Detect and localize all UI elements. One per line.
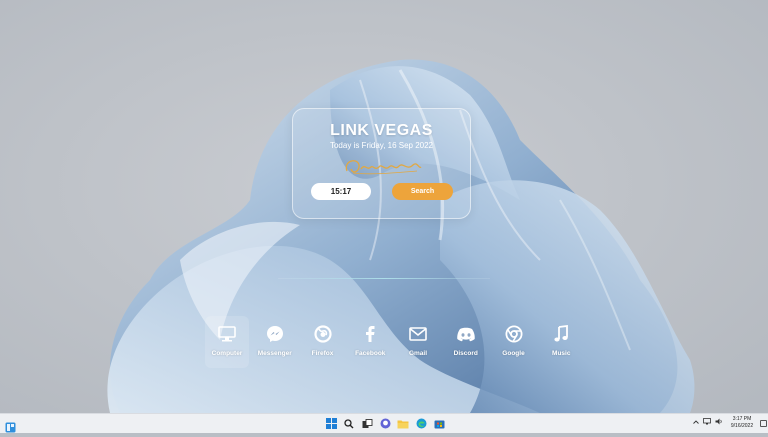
signature-logo: [345, 160, 422, 175]
date-text: Today is Friday, 16 Sep 2022: [329, 141, 434, 150]
edge-icon[interactable]: [415, 417, 427, 430]
notification-icon[interactable]: [760, 420, 767, 427]
dock-label: Discord: [453, 350, 478, 357]
dock-label: Computer: [211, 350, 243, 357]
taskbar-clock[interactable]: 3:17 PM 9/16/2022: [727, 416, 757, 430]
app-dock: Computer Messenger Firefox Facebook Gmai…: [203, 316, 585, 368]
monitor-icon: [215, 323, 239, 345]
messenger-icon: [263, 323, 287, 345]
dock-label: Firefox: [311, 350, 334, 357]
firefox-icon: [311, 323, 335, 345]
dock-label: Google: [502, 350, 525, 357]
site-title: LINK VEGAS: [330, 122, 433, 139]
chevron-up-icon[interactable]: [693, 419, 699, 426]
system-tray: [693, 418, 723, 427]
dock-item-messenger[interactable]: Messenger: [251, 316, 299, 368]
clock-time: 3:17 PM: [732, 416, 752, 422]
dock-label: Messenger: [257, 350, 292, 357]
dock-item-facebook[interactable]: Facebook: [346, 316, 394, 368]
search-icon[interactable]: [343, 417, 355, 430]
mail-icon: [406, 323, 430, 345]
taskbar: 3:17 PM 9/16/2022: [0, 413, 768, 433]
dock-label: Gmail: [408, 350, 428, 357]
dock-item-discord[interactable]: Discord: [442, 316, 490, 368]
music-note-icon: [549, 323, 573, 345]
welcome-card: LINK VEGAS Today is Friday, 16 Sep 2022 …: [292, 108, 471, 219]
clock-date: 9/16/2022: [730, 423, 754, 429]
dock-label: Music: [552, 350, 571, 357]
network-icon[interactable]: [703, 418, 711, 427]
dock-item-google[interactable]: Google: [490, 316, 538, 368]
divider-line: [278, 278, 490, 279]
dock-label: Facebook: [355, 350, 386, 357]
store-icon[interactable]: [433, 417, 445, 430]
dock-item-music[interactable]: Music: [537, 316, 585, 368]
task-view-icon[interactable]: [361, 417, 373, 430]
chrome-icon: [502, 323, 526, 345]
dock-item-computer[interactable]: Computer: [203, 316, 251, 368]
volume-icon[interactable]: [715, 418, 723, 427]
discord-icon: [454, 323, 478, 345]
file-explorer-icon[interactable]: [397, 417, 409, 430]
facebook-icon: [358, 323, 382, 345]
dock-item-gmail[interactable]: Gmail: [394, 316, 442, 368]
search-button[interactable]: Search: [392, 183, 453, 200]
taskbar-apps: [325, 417, 445, 431]
time-display: 15:17: [311, 183, 371, 200]
widgets-icon[interactable]: [5, 418, 16, 433]
windows-start-icon[interactable]: [325, 417, 337, 430]
chat-icon[interactable]: [379, 417, 391, 430]
dock-item-firefox[interactable]: Firefox: [299, 316, 347, 368]
